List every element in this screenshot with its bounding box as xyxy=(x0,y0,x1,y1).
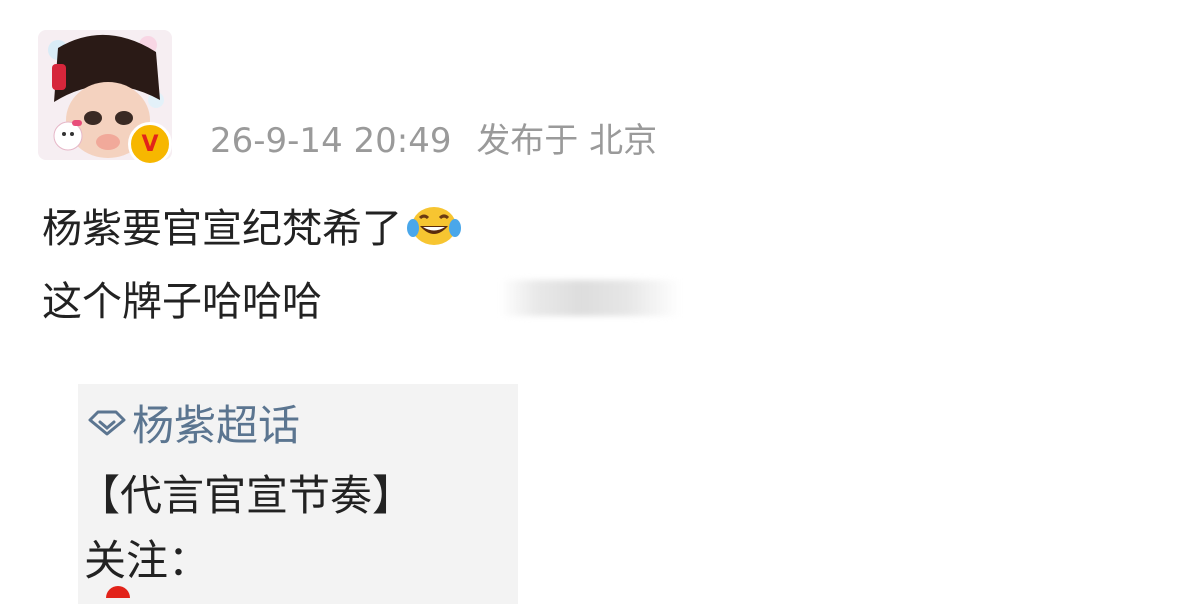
post-text-line-1-content: 杨紫要官宣纪梵希了 xyxy=(42,206,402,252)
post-timestamp: 26-9-14 20:49 xyxy=(210,121,452,161)
laughing-tears-emoji-icon xyxy=(406,202,462,269)
post-text: 杨紫要官宣纪梵希了 这个牌子哈哈哈 xyxy=(42,196,462,336)
topic-label: 杨紫超话 xyxy=(132,401,301,450)
super-topic-icon xyxy=(88,410,126,435)
post-text-line-1: 杨紫要官宣纪梵希了 xyxy=(42,196,462,269)
verified-badge-icon: V xyxy=(128,122,172,166)
post-meta: 26-9-14 20:49 发布于 北京 xyxy=(210,113,657,162)
quoted-follow-label: 关注： xyxy=(84,536,211,585)
topic-link[interactable]: 杨紫超话 xyxy=(88,392,300,453)
post-location: 发布于 北京 xyxy=(476,121,658,161)
post-text-line-2: 这个牌子哈哈哈 xyxy=(42,279,322,325)
blurred-mention xyxy=(500,280,680,316)
quoted-heading: 【代言官宣节奏】 xyxy=(78,471,415,520)
